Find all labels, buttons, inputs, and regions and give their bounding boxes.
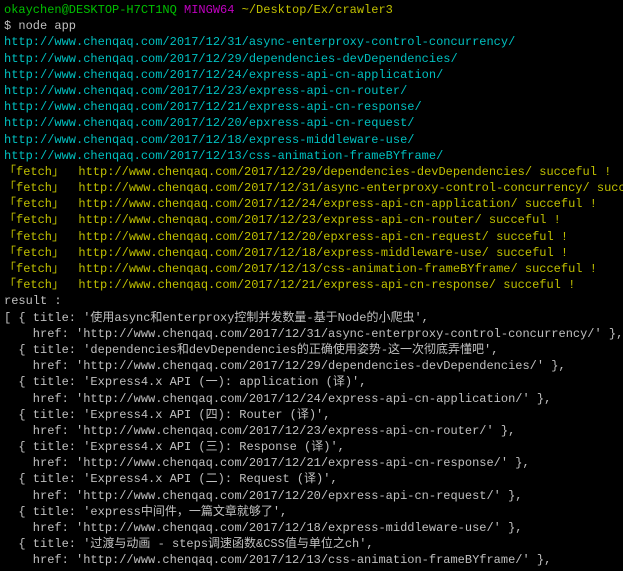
output-url: http://www.chenqaq.com/2017/12/21/expres… xyxy=(4,99,619,115)
result-title: { title: 'Express4.x API (三): Response (… xyxy=(4,439,619,455)
result-href: href: 'http://www.chenqaq.com/2017/12/23… xyxy=(4,423,619,439)
terminal-output[interactable]: okaychen@DESKTOP-H7CT1NQ MINGW64 ~/Deskt… xyxy=(4,2,619,569)
output-url: http://www.chenqaq.com/2017/12/18/expres… xyxy=(4,132,619,148)
result-href: href: 'http://www.chenqaq.com/2017/12/29… xyxy=(4,358,619,374)
result-title: { title: 'express中间件，一篇文章就够了', xyxy=(4,504,619,520)
output-url: http://www.chenqaq.com/2017/12/20/epxres… xyxy=(4,115,619,131)
result-title: { title: 'Express4.x API (二): Request (译… xyxy=(4,471,619,487)
command-line: $ node app xyxy=(4,18,619,34)
fetch-line: 「fetch」 http://www.chenqaq.com/2017/12/2… xyxy=(4,212,619,228)
fetch-line: 「fetch」 http://www.chenqaq.com/2017/12/3… xyxy=(4,180,619,196)
result-title: { title: 'Express4.x API (四): Router (译)… xyxy=(4,407,619,423)
output-url: http://www.chenqaq.com/2017/12/24/expres… xyxy=(4,67,619,83)
result-title: [ { title: '使用async和enterproxy控制并发数量-基于N… xyxy=(4,310,619,326)
result-href: href: 'http://www.chenqaq.com/2017/12/24… xyxy=(4,391,619,407)
output-url: http://www.chenqaq.com/2017/12/23/expres… xyxy=(4,83,619,99)
fetch-line: 「fetch」 http://www.chenqaq.com/2017/12/2… xyxy=(4,277,619,293)
result-href: href: 'http://www.chenqaq.com/2017/12/18… xyxy=(4,520,619,536)
output-url: http://www.chenqaq.com/2017/12/13/css-an… xyxy=(4,148,619,164)
shell-prompt: okaychen@DESKTOP-H7CT1NQ MINGW64 ~/Deskt… xyxy=(4,2,619,18)
result-href: href: 'http://www.chenqaq.com/2017/12/20… xyxy=(4,488,619,504)
fetch-line: 「fetch」 http://www.chenqaq.com/2017/12/1… xyxy=(4,245,619,261)
result-title: { title: 'dependencies和devDependencies的正… xyxy=(4,342,619,358)
fetch-line: 「fetch」 http://www.chenqaq.com/2017/12/2… xyxy=(4,164,619,180)
fetch-line: 「fetch」 http://www.chenqaq.com/2017/12/2… xyxy=(4,229,619,245)
result-label: result : xyxy=(4,293,619,309)
result-title: { title: 'Express4.x API (一): applicatio… xyxy=(4,374,619,390)
result-href: href: 'http://www.chenqaq.com/2017/12/31… xyxy=(4,326,619,342)
result-title: { title: '过渡与动画 - steps调速函数&CSS值与单位之ch', xyxy=(4,536,619,552)
fetch-line: 「fetch」 http://www.chenqaq.com/2017/12/1… xyxy=(4,261,619,277)
fetch-line: 「fetch」 http://www.chenqaq.com/2017/12/2… xyxy=(4,196,619,212)
result-href: href: 'http://www.chenqaq.com/2017/12/21… xyxy=(4,455,619,471)
output-url: http://www.chenqaq.com/2017/12/29/depend… xyxy=(4,51,619,67)
output-url: http://www.chenqaq.com/2017/12/31/async-… xyxy=(4,34,619,50)
result-href: href: 'http://www.chenqaq.com/2017/12/13… xyxy=(4,552,619,568)
